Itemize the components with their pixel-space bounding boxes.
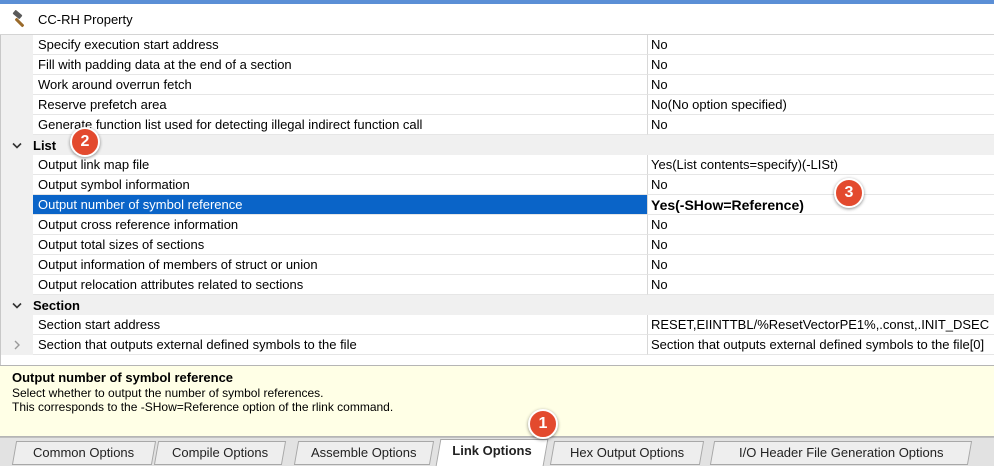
property-row-overrun-fetch[interactable]: Work around overrun fetch No (1, 75, 994, 95)
chevron-down-icon[interactable] (1, 298, 33, 313)
row-gutter (1, 275, 33, 295)
property-value[interactable]: RESET,EIINTTBL/%ResetVectorPE1%,.const,.… (648, 315, 994, 335)
property-row-padding-data[interactable]: Fill with padding data at the end of a s… (1, 55, 994, 75)
property-name: Section that outputs external defined sy… (33, 335, 648, 355)
property-value[interactable]: Section that outputs external defined sy… (648, 335, 994, 355)
property-name: Output relocation attributes related to … (33, 275, 648, 295)
tab-common-options[interactable]: Common Options (11, 441, 157, 465)
tab-label: Common Options (33, 445, 135, 460)
property-name: Output total sizes of sections (33, 235, 648, 255)
options-tab-bar: Common Options Compile Options Assemble … (0, 437, 994, 466)
tab-label: Link Options (452, 443, 532, 458)
property-name: Specify execution start address (33, 35, 648, 55)
property-row-cross-reference[interactable]: Output cross reference information No (1, 215, 994, 235)
property-name: Output symbol information (33, 175, 648, 195)
row-gutter (1, 75, 33, 95)
property-name: Fill with padding data at the end of a s… (33, 55, 648, 75)
tab-io-header-options[interactable]: I/O Header File Generation Options (709, 441, 973, 465)
description-title: Output number of symbol reference (12, 370, 234, 385)
row-gutter (1, 315, 33, 335)
property-titlebar: CC-RH Property (0, 4, 994, 35)
row-gutter (1, 215, 33, 235)
property-row-relocation-attributes[interactable]: Output relocation attributes related to … (1, 275, 994, 295)
property-value[interactable]: No (648, 235, 994, 255)
category-row-section[interactable]: Section (1, 295, 994, 315)
row-gutter (1, 95, 33, 115)
property-row-total-sizes[interactable]: Output total sizes of sections No (1, 235, 994, 255)
callout-badge-3: 3 (834, 178, 864, 208)
chevron-down-icon[interactable] (1, 138, 33, 153)
property-row-struct-members[interactable]: Output information of members of struct … (1, 255, 994, 275)
property-row-illegal-indirect-call[interactable]: Generate function list used for detectin… (1, 115, 994, 135)
chevron-right-icon[interactable] (1, 335, 33, 355)
hammer-icon (12, 10, 25, 28)
tab-label: Compile Options (171, 445, 269, 460)
property-row-section-start-address[interactable]: Section start address RESET,EIINTTBL/%Re… (1, 315, 994, 335)
property-row-external-symbols-section[interactable]: Section that outputs external defined sy… (1, 335, 994, 355)
property-value[interactable]: No (648, 175, 994, 195)
property-value[interactable]: No(No option specified) (648, 95, 994, 115)
category-row-list[interactable]: List (1, 135, 994, 155)
row-gutter (1, 255, 33, 275)
property-name: Generate function list used for detectin… (33, 115, 648, 135)
callout-badge-1: 1 (528, 409, 558, 439)
property-name: Work around overrun fetch (33, 75, 648, 95)
tab-label: Assemble Options (311, 445, 417, 460)
property-value[interactable]: Yes(List contents=specify)(-LISt) (648, 155, 994, 175)
tab-assemble-options[interactable]: Assemble Options (293, 441, 435, 465)
property-name: Output cross reference information (33, 215, 648, 235)
property-value[interactable]: No (648, 75, 994, 95)
property-value[interactable]: No (648, 115, 994, 135)
property-name: Output number of symbol reference (33, 195, 648, 215)
property-value[interactable]: No (648, 35, 994, 55)
callout-badge-2: 2 (70, 127, 100, 157)
row-gutter (1, 155, 33, 175)
category-label: List (33, 137, 57, 153)
description-panel: Output number of symbol reference Select… (0, 365, 994, 437)
property-row-prefetch-area[interactable]: Reserve prefetch area No(No option speci… (1, 95, 994, 115)
row-gutter (1, 195, 33, 215)
description-line-2: This corresponds to the -SHow=Reference … (12, 400, 394, 414)
tab-label: Hex Output Options (569, 445, 685, 460)
property-name: Reserve prefetch area (33, 95, 648, 115)
tab-compile-options[interactable]: Compile Options (153, 441, 287, 465)
row-gutter (1, 35, 33, 55)
tab-hex-output-options[interactable]: Hex Output Options (549, 441, 705, 465)
property-row-execution-start[interactable]: Specify execution start address No (1, 35, 994, 55)
row-gutter (1, 175, 33, 195)
category-label: Section (33, 297, 80, 313)
property-name: Section start address (33, 315, 648, 335)
property-value[interactable]: Yes(-SHow=Reference) (648, 195, 994, 215)
property-name: Output information of members of struct … (33, 255, 648, 275)
property-name: Output link map file (33, 155, 648, 175)
row-gutter (1, 115, 33, 135)
row-gutter (1, 55, 33, 75)
property-value[interactable]: No (648, 215, 994, 235)
row-gutter (1, 235, 33, 255)
property-value[interactable]: No (648, 255, 994, 275)
property-row-link-map-file[interactable]: Output link map file Yes(List contents=s… (1, 155, 994, 175)
property-value[interactable]: No (648, 55, 994, 75)
tab-link-options[interactable]: Link Options (435, 439, 549, 466)
window-title: CC-RH Property (38, 11, 133, 27)
property-value[interactable]: No (648, 275, 994, 295)
description-line-1: Select whether to output the number of s… (12, 386, 324, 400)
tab-label: I/O Header File Generation Options (738, 445, 944, 460)
